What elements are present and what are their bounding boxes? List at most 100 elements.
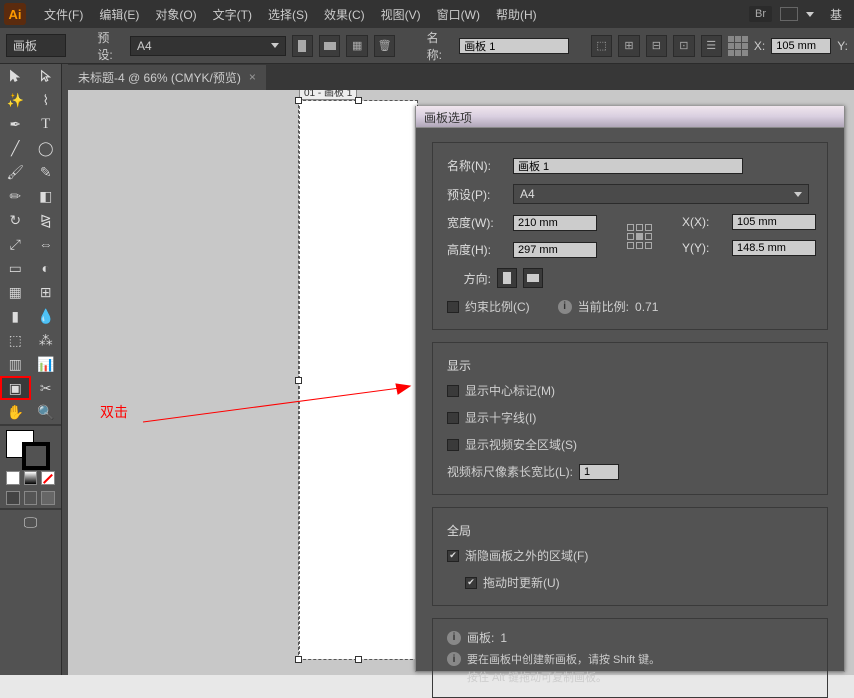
menu-window[interactable]: 窗口(W) [429,6,488,23]
show-safe-checkbox[interactable] [447,439,459,451]
document-tab-title: 未标题-4 @ 66% (CMYK/预览) [78,69,241,86]
menu-object[interactable]: 对象(O) [147,6,204,23]
menu-view[interactable]: 视图(V) [373,6,429,23]
dialog-main-fieldset: 名称(N): 预设(P): A4 宽度(W): 高度(H): [432,142,828,330]
hand-tool[interactable]: ✋ [0,400,31,424]
mesh-tool[interactable]: ⊞ [31,280,62,304]
width-input[interactable] [513,215,597,231]
gradient-tool[interactable]: ▮ [0,304,31,328]
eyedropper-tool[interactable]: 💧 [31,304,62,328]
pen-tool[interactable]: ✒ [0,112,31,136]
move-artwork-toggle[interactable]: ⬚ [591,35,612,57]
global-fieldset: 全局 ✔ 渐隐画板之外的区域(F) ✔ 拖动时更新(U) [432,507,828,606]
artboard-tool[interactable]: ▣ [0,376,31,400]
artboard-options-button[interactable]: ☰ [701,35,722,57]
blob-brush-tool[interactable]: ✏ [0,184,31,208]
free-transform-tool[interactable]: ▭ [0,256,31,280]
show-center-checkbox[interactable] [447,385,459,397]
annotation-text: 双击 [100,402,128,422]
update-drag-checkbox[interactable]: ✔ [465,577,477,589]
column-graph-tool[interactable]: ▥ [0,352,31,376]
draw-normal-button[interactable] [6,491,20,505]
paintbrush-tool[interactable]: 🖌 [0,160,31,184]
symbol-sprayer-tool[interactable]: ⁂ [31,328,62,352]
draw-behind-button[interactable] [24,491,38,505]
option-icon-2[interactable]: ⊟ [646,35,667,57]
menu-select[interactable]: 选择(S) [260,6,316,23]
preset-value: A4 [520,187,535,201]
fade-label: 渐隐画板之外的区域(F) [465,547,588,564]
arrange-docs-icon[interactable] [780,7,798,21]
fade-checkbox[interactable]: ✔ [447,550,459,562]
gradient-mode-button[interactable] [24,471,38,485]
orientation-landscape-button[interactable] [319,35,340,57]
screen-mode-button[interactable]: 🖵 [0,510,61,534]
lasso-tool[interactable]: ⌇ [31,88,62,112]
chevron-down-icon [271,43,279,48]
none-mode-button[interactable] [41,471,55,485]
control-bar: 画板 预设: A4 ▦ 🗑 名称: ⬚ ⊞ ⊟ ⊡ ☰ X: Y: [0,28,854,64]
constrain-checkbox[interactable] [447,301,459,313]
option-icon[interactable]: ⊞ [618,35,639,57]
pencil-tool[interactable]: ✎ [31,160,62,184]
orientation-label: 方向: [447,270,491,287]
scale-tool[interactable]: ⤢ [0,232,31,256]
menu-effect[interactable]: 效果(C) [316,6,373,23]
x-input[interactable] [732,214,816,230]
preset-dropdown[interactable]: A4 [513,184,809,204]
artboard-index-label: 01 - 画板 1 [299,90,357,100]
portrait-button[interactable] [497,268,517,288]
close-tab-button[interactable]: × [249,70,256,84]
artboard-name-input[interactable] [459,38,569,54]
bridge-button[interactable]: Br [749,6,772,22]
perspective-tool[interactable]: ▦ [0,280,31,304]
reference-point-grid[interactable] [627,224,652,249]
direct-selection-tool[interactable] [31,64,62,88]
resize-handle[interactable] [355,97,362,104]
width-tool[interactable]: ⇔ [31,232,62,256]
graph-tool[interactable]: 📊 [31,352,62,376]
menu-type[interactable]: 文字(T) [205,6,260,23]
fill-stroke-swatches[interactable] [0,426,61,468]
zoom-tool[interactable]: 🔍 [31,400,62,424]
reference-point-grid[interactable] [728,36,748,56]
new-artboard-button[interactable]: ▦ [346,35,367,57]
pixel-ratio-input[interactable] [579,464,619,480]
landscape-button[interactable] [523,268,543,288]
update-drag-label: 拖动时更新(U) [483,574,560,591]
selection-tool[interactable] [0,64,31,88]
menu-basic[interactable]: 基 [822,6,850,23]
global-section-title: 全局 [447,522,813,539]
blend-tool[interactable]: ⬚ [0,328,31,352]
slice-tool[interactable]: ✂ [31,376,62,400]
document-tab[interactable]: 未标题-4 @ 66% (CMYK/预览) × [68,65,266,90]
resize-handle[interactable] [295,656,302,663]
type-tool[interactable]: T [31,112,62,136]
stroke-swatch[interactable] [22,442,50,470]
shape-builder-tool[interactable]: ◐ [31,256,62,280]
menu-help[interactable]: 帮助(H) [488,6,545,23]
color-mode-button[interactable] [6,471,20,485]
option-icon-3[interactable]: ⊡ [673,35,694,57]
magic-wand-tool[interactable]: ✨ [0,88,31,112]
menu-file[interactable]: 文件(F) [36,6,91,23]
resize-handle[interactable] [355,656,362,663]
name-input[interactable] [513,158,743,174]
rotate-tool[interactable]: ↻ [0,208,31,232]
show-cross-checkbox[interactable] [447,412,459,424]
menu-edit[interactable]: 编辑(E) [91,6,147,23]
reflect-tool[interactable]: ⧎ [31,208,62,232]
show-cross-label: 显示十字线(I) [465,409,536,426]
draw-inside-button[interactable] [41,491,55,505]
eraser-tool[interactable]: ◧ [31,184,62,208]
height-input[interactable] [513,242,597,258]
x-input[interactable] [771,38,831,54]
arrange-caret-icon[interactable] [806,12,814,17]
y-input[interactable] [732,240,816,256]
delete-artboard-button[interactable]: 🗑 [374,35,395,57]
ellipse-tool[interactable]: ◯ [31,136,62,160]
resize-handle[interactable] [295,97,302,104]
preset-dropdown[interactable]: A4 [130,36,286,56]
line-tool[interactable]: ╱ [0,136,31,160]
orientation-portrait-button[interactable] [292,35,313,57]
